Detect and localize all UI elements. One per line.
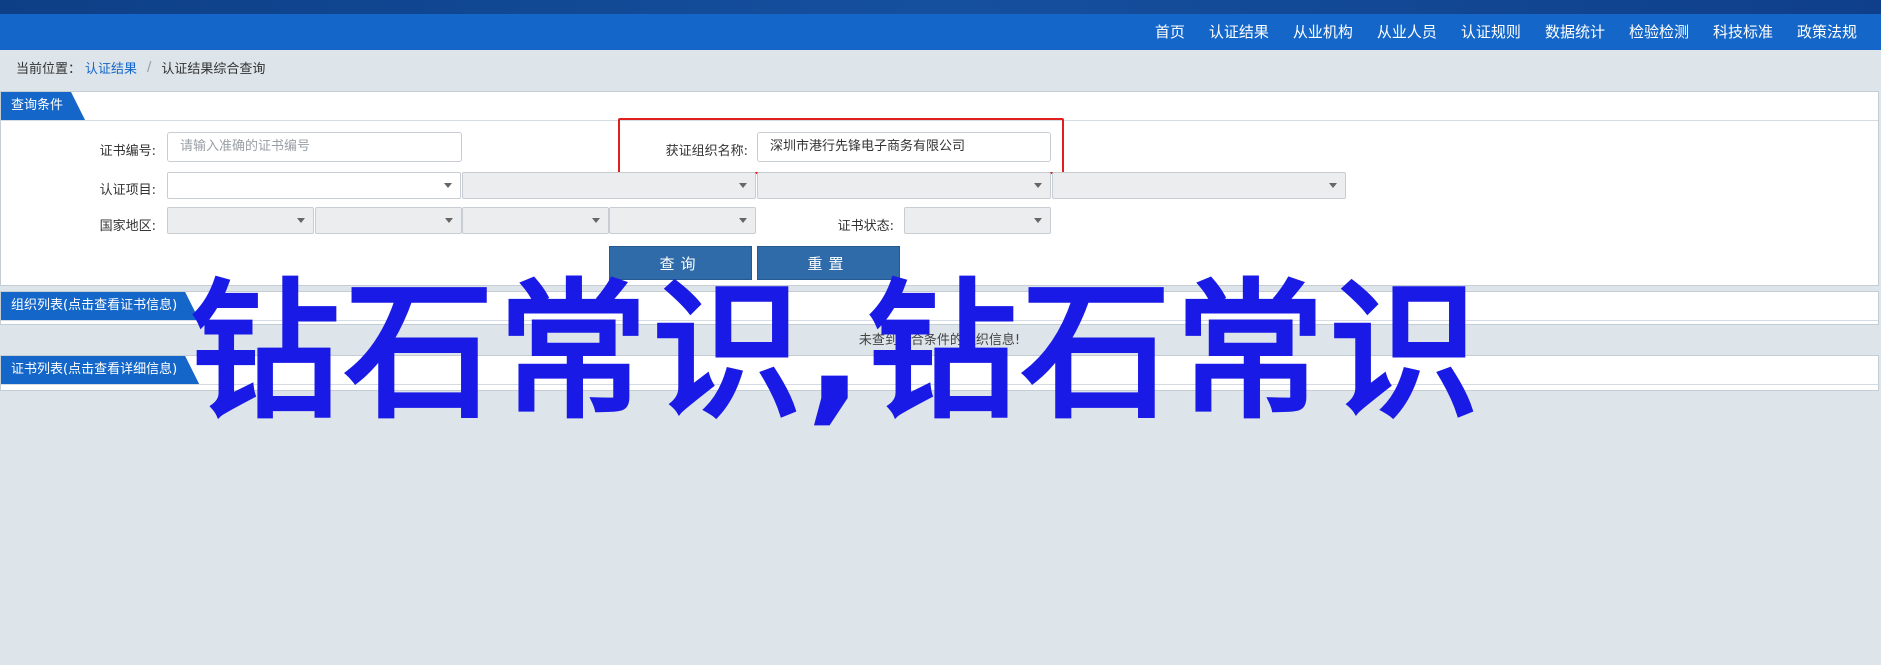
nav-item-policies[interactable]: 政策法规	[1785, 14, 1869, 50]
main-nav: 首页 认证结果 从业机构 从业人员 认证规则 数据统计 检验检测 科技标准 政策…	[0, 14, 1881, 50]
breadcrumb-prefix: 当前位置：	[16, 62, 82, 77]
region-select-1[interactable]	[167, 207, 314, 234]
chevron-down-icon	[297, 218, 305, 223]
project-select-1[interactable]	[167, 172, 461, 199]
nav-items: 首页 认证结果 从业机构 从业人员 认证规则 数据统计 检验检测 科技标准 政策…	[1143, 14, 1869, 50]
region-select-3[interactable]	[462, 207, 609, 234]
project-label: 认证项目:	[99, 183, 156, 198]
breadcrumb: 当前位置： 认证结果 / 认证结果综合查询	[16, 58, 265, 77]
org-list-title[interactable]: 组织列表(点击查看证书信息)	[1, 292, 199, 320]
chevron-down-icon	[1329, 183, 1337, 188]
highlight-box	[618, 118, 1064, 174]
nav-item-institutions[interactable]: 从业机构	[1281, 14, 1365, 50]
breadcrumb-separator: /	[147, 60, 152, 75]
project-select-4[interactable]	[1052, 172, 1346, 199]
region-select-4[interactable]	[609, 207, 756, 234]
project-select-2[interactable]	[462, 172, 756, 199]
cert-no-label: 证书编号:	[99, 144, 156, 159]
breadcrumb-link[interactable]: 认证结果	[85, 58, 137, 77]
status-label: 证书状态:	[837, 219, 894, 234]
project-select-3[interactable]	[757, 172, 1051, 199]
nav-item-rules[interactable]: 认证规则	[1449, 14, 1533, 50]
region-select-2[interactable]	[315, 207, 462, 234]
cert-no-input[interactable]: 请输入准确的证书编号	[167, 132, 462, 162]
region-label: 国家地区:	[99, 219, 156, 234]
status-select[interactable]	[904, 207, 1051, 234]
nav-item-statistics[interactable]: 数据统计	[1533, 14, 1617, 50]
query-panel-header: 查询条件	[1, 92, 1878, 121]
chevron-down-icon	[592, 218, 600, 223]
nav-item-cert-results[interactable]: 认证结果	[1197, 14, 1281, 50]
overlay-text: 钻石常识,钻石常识	[190, 266, 1483, 440]
query-panel-title: 查询条件	[1, 92, 85, 120]
nav-item-standards[interactable]: 科技标准	[1701, 14, 1785, 50]
chevron-down-icon	[739, 218, 747, 223]
chevron-down-icon	[739, 183, 747, 188]
chevron-down-icon	[445, 218, 453, 223]
top-banner	[0, 0, 1881, 14]
nav-item-testing[interactable]: 检验检测	[1617, 14, 1701, 50]
nav-item-home[interactable]: 首页	[1143, 14, 1197, 50]
chevron-down-icon	[444, 183, 452, 188]
cert-list-title[interactable]: 证书列表(点击查看详细信息)	[1, 356, 199, 384]
chevron-down-icon	[1034, 218, 1042, 223]
breadcrumb-current: 认证结果综合查询	[161, 62, 266, 77]
nav-item-personnel[interactable]: 从业人员	[1365, 14, 1449, 50]
chevron-down-icon	[1034, 183, 1042, 188]
